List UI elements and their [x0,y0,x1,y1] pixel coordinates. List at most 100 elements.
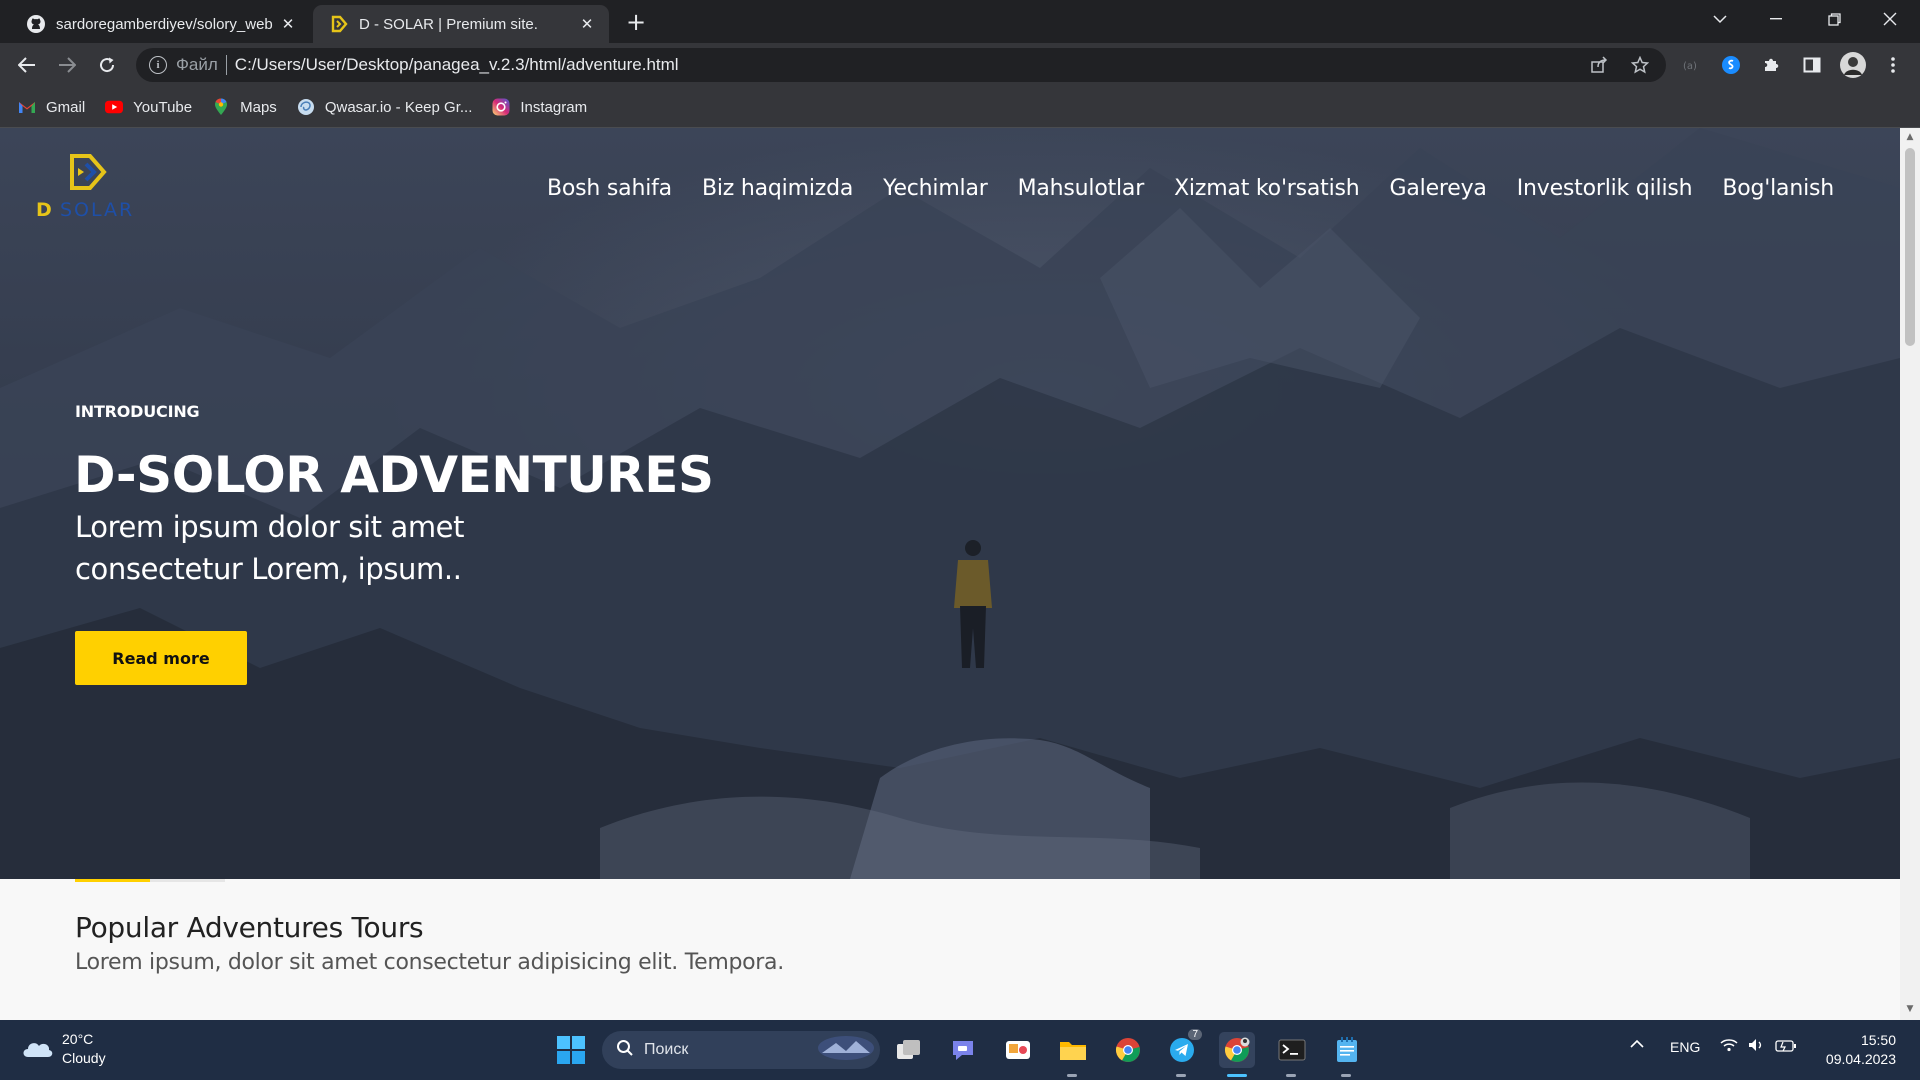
tab-dsolar[interactable]: D - SOLAR | Premium site. ✕ [313,5,609,43]
close-tab-icon[interactable]: ✕ [278,14,298,34]
section-divider [75,879,225,882]
photos-app-icon[interactable] [1000,1032,1036,1068]
main-nav: Bosh sahifa Biz haqimizda Yechimlar Mahs… [517,176,1834,201]
file-explorer-icon[interactable] [1055,1032,1091,1068]
forward-button[interactable] [52,50,82,80]
teams-chat-icon[interactable] [945,1032,981,1068]
share-icon[interactable] [1586,52,1612,78]
svg-text:SOLAR: SOLAR [60,199,134,221]
bookmark-youtube[interactable]: YouTube [105,98,192,116]
site-logo[interactable]: D SOLAR [34,152,164,222]
maps-icon [212,98,230,116]
address-bar[interactable]: i Файл C:/Users/User/Desktop/panagea_v.2… [136,48,1666,82]
nav-investors[interactable]: Investorlik qilish [1517,176,1693,201]
clock-date: 09.04.2023 [1825,1051,1896,1067]
scrollbar-thumb[interactable] [1905,148,1915,346]
qwasar-icon [297,98,315,116]
close-tab-icon[interactable]: ✕ [577,14,597,34]
page-viewport: D SOLAR Bosh sahifa Biz haqimizda Yechim… [0,128,1900,1020]
svg-text:(a): (a) [1683,61,1697,72]
tab-strip: sardoregamberdiyev/solory_web ✕ D - SOLA… [0,0,1920,43]
running-indicator [1341,1074,1351,1077]
extensions-puzzle-icon[interactable] [1756,50,1786,80]
telegram-badge: 7 [1188,1029,1202,1040]
running-indicator [1067,1074,1077,1077]
bookmark-qwasar[interactable]: Qwasar.io - Keep Gr... [297,98,472,116]
tab-search-chevron-icon[interactable] [1692,0,1748,38]
site-info-icon[interactable]: i [149,56,167,74]
tab-github[interactable]: sardoregamberdiyev/solory_web ✕ [10,5,310,43]
bookmark-instagram[interactable]: Instagram [492,98,587,116]
scroll-up-arrow-icon[interactable]: ▲ [1905,132,1915,142]
nav-products[interactable]: Mahsulotlar [1018,176,1145,201]
search-highlight-image [816,1033,876,1067]
address-separator [225,55,227,75]
bookmark-star-icon[interactable] [1627,52,1653,78]
bookmark-label: YouTube [133,98,193,116]
profile-avatar[interactable] [1838,50,1868,80]
bookmark-label: Gmail [46,98,86,116]
taskbar-search[interactable]: Поиск [602,1031,880,1069]
notepad-icon[interactable] [1329,1032,1365,1068]
search-placeholder: Поиск [644,1041,689,1058]
system-clock[interactable]: 15:50 09.04.2023 [1800,1031,1896,1069]
bookmarks-bar: Gmail YouTube Maps Qwasar.io - Keep Gr..… [0,87,1920,128]
dsolar-favicon-icon [329,14,349,34]
new-tab-button[interactable]: + [622,8,650,36]
weather-widget[interactable]: 20°C Cloudy [20,1030,106,1068]
cloud-icon [20,1035,54,1063]
address-scheme-label: Файл [176,55,218,74]
nav-home[interactable]: Bosh sahifa [547,176,672,201]
bookmark-label: Instagram [520,98,588,116]
bookmark-gmail[interactable]: Gmail [18,98,85,116]
tray-overflow-chevron-icon[interactable] [1630,1036,1644,1052]
wifi-icon[interactable] [1720,1038,1738,1055]
read-more-button[interactable]: Read more [75,631,247,685]
restore-button[interactable] [1806,0,1862,38]
scroll-down-arrow-icon[interactable]: ▼ [1905,1004,1915,1014]
back-button[interactable] [12,50,42,80]
windows-start-icon[interactable] [553,1032,589,1068]
browser-menu-icon[interactable] [1878,50,1908,80]
reload-button[interactable] [92,50,122,80]
battery-icon[interactable] [1775,1039,1797,1055]
terminal-icon[interactable] [1274,1032,1310,1068]
active-indicator [1227,1074,1247,1077]
task-view-icon[interactable] [891,1032,927,1068]
language-indicator[interactable]: ENG [1670,1039,1700,1055]
nav-services[interactable]: Xizmat ko'rsatish [1174,176,1360,201]
minimize-button[interactable] [1748,0,1804,38]
telegram-icon[interactable]: 7 [1164,1029,1202,1068]
browser-toolbar: i Файл C:/Users/User/Desktop/panagea_v.2… [0,43,1920,87]
hero-eyebrow: INTRODUCING [75,402,200,421]
address-url[interactable]: C:/Users/User/Desktop/panagea_v.2.3/html… [235,55,679,75]
chrome-icon[interactable] [1110,1032,1146,1068]
hero-section: D SOLAR Bosh sahifa Biz haqimizda Yechim… [0,128,1900,879]
close-window-button[interactable] [1862,0,1918,38]
weather-condition: Cloudy [62,1050,106,1066]
nav-gallery[interactable]: Galereya [1390,176,1487,201]
tab-title: D - SOLAR | Premium site. [359,15,538,33]
youtube-icon [105,98,124,116]
bookmark-label: Maps [240,98,277,116]
volume-icon[interactable] [1748,1038,1766,1055]
instagram-icon [492,98,510,116]
side-panel-icon[interactable] [1797,50,1827,80]
nav-about[interactable]: Biz haqimizda [702,176,853,201]
section-title: Popular Adventures Tours [75,911,424,944]
chrome-profile-icon[interactable] [1219,1032,1255,1068]
popular-tours-section: Popular Adventures Tours Lorem ipsum, do… [0,879,1900,1020]
page-scrollbar[interactable]: ▲ ▼ [1900,128,1920,1020]
nav-contact[interactable]: Bog'lanish [1722,176,1834,201]
running-indicator [1176,1074,1186,1077]
running-indicator [1286,1074,1296,1077]
hero-subtitle: Lorem ipsum dolor sit amet consectetur L… [75,510,465,586]
section-description: Lorem ipsum, dolor sit amet consectetur … [75,950,784,975]
bookmark-maps[interactable]: Maps [212,98,277,116]
github-icon [26,14,46,34]
nav-solutions[interactable]: Yechimlar [883,176,988,201]
extension-cast-icon[interactable]: (a) [1676,50,1706,80]
gmail-icon [18,98,36,116]
shazam-extension-icon[interactable] [1716,50,1746,80]
windows-taskbar: 20°C Cloudy Поиск 7 ENG 15:50 09.04.2023 [0,1020,1920,1080]
